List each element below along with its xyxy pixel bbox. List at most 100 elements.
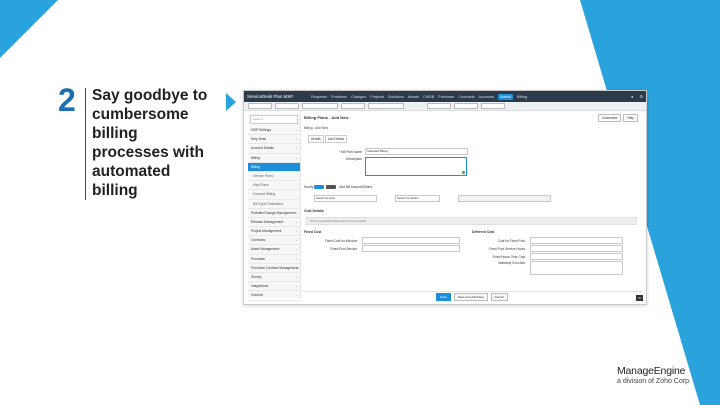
nav-problems[interactable]: Problems (331, 95, 347, 99)
cancel-button[interactable]: Cancel (490, 292, 508, 301)
nav-changes[interactable]: Changes (351, 95, 366, 99)
step-divider (85, 88, 86, 200)
tab-add-details[interactable]: Add Details (324, 135, 348, 143)
fixed-input-1[interactable] (362, 237, 460, 244)
sidebar-item-label: Map Plans (253, 183, 269, 188)
app-screenshot: ServiceDesk Plus MSP Requests Problems C… (243, 90, 647, 305)
sidebar-item-label: Integrations (251, 284, 269, 289)
fixed-label-1: Fixed Cost for Window (324, 238, 357, 243)
sidebar-item-label: Billing (251, 155, 260, 160)
quick-select-5[interactable] (427, 103, 451, 109)
sidebar-item-label: Release Management (251, 219, 284, 224)
deferred-input-4[interactable] (530, 261, 623, 275)
sidebar-item-release-management[interactable]: Release Management › (248, 218, 300, 228)
deferred-label-3: Fixed Hours Over Cost (492, 254, 525, 259)
sidebar-item-label: Search (253, 117, 263, 121)
quick-action-bar (244, 102, 646, 111)
sidebar-item-help-desk[interactable]: Help Desk › (248, 135, 300, 145)
sidebar-item-purchase-contract-management[interactable]: Purchase Contract Management › (248, 264, 300, 273)
quick-select-6[interactable] (454, 103, 478, 109)
description-label: Description (346, 157, 362, 161)
app-topbar: ServiceDesk Plus MSP Requests Problems C… (244, 91, 646, 102)
chevron-right-icon: › (296, 128, 297, 132)
sidebar-search-input[interactable]: Search (250, 115, 298, 124)
quick-select-2[interactable] (275, 103, 299, 109)
chevron-right-icon: › (296, 247, 297, 252)
quick-select-7[interactable] (481, 103, 505, 109)
sidebar-item-service-plans[interactable]: Service Plans (248, 172, 300, 182)
sidebar-item-contract-billing[interactable]: Contract Billing (248, 190, 300, 200)
brand-tagline: a division of Zoho Corp. (617, 378, 691, 385)
user-icon[interactable]: ● (631, 94, 633, 99)
nav-accounts[interactable]: Accounts (479, 95, 495, 99)
step-number: 2 (58, 82, 76, 118)
nav-purchase[interactable]: Purchase (438, 95, 454, 99)
deferred-input-1[interactable] (530, 237, 623, 244)
form-footer: Save Save and Add New Cancel (302, 291, 642, 301)
cost-details-title: Cost Details (304, 209, 324, 213)
quick-search-input[interactable] (368, 103, 404, 109)
sidebar-item-label: Purchase Contract Management (251, 265, 299, 270)
deferred-input-2[interactable] (530, 245, 623, 252)
quick-select-3[interactable] (302, 103, 338, 109)
sidebar-item-contracts[interactable]: Contracts › (248, 236, 300, 246)
nav-assets[interactable]: Assets (408, 95, 419, 99)
fixed-cost-title: Fixed Cost (304, 230, 322, 234)
cost-info-bar: If the amount/bill information is not ap… (306, 217, 637, 225)
sidebar-item-account-details[interactable]: Account Details › (248, 144, 300, 154)
chevron-right-icon: › (296, 265, 297, 270)
service-select[interactable]: Select Service (314, 195, 377, 202)
sidebar-item-label: MSP Settings (251, 128, 271, 132)
sidebar-item-label: Contract Billing (253, 192, 276, 197)
hourly-toggle-on[interactable] (314, 185, 325, 189)
sidebar-item-map-plans[interactable]: Map Plans (248, 181, 300, 191)
sidebar-item-general[interactable]: General › (248, 291, 300, 301)
sidebar-item-bill-cycle-definitions[interactable]: Bill Cycle Definitions (248, 200, 300, 209)
fixed-input-2[interactable] (362, 245, 460, 252)
sidebar-item-asset-management[interactable]: Asset Management › (248, 245, 300, 255)
description-textarea[interactable] (365, 157, 467, 176)
sidebar-item-project-management[interactable]: Project Management › (248, 227, 300, 237)
nav-contracts[interactable]: Contracts (458, 95, 474, 99)
sidebar-item-purchase[interactable]: Purchase › (248, 255, 300, 264)
quick-select-4[interactable] (341, 103, 365, 109)
corner-accent-top-left (0, 0, 58, 58)
nav-billing[interactable]: Billing (517, 95, 527, 99)
sidebar-item-label: Survey (251, 275, 262, 279)
sidebar-item-msp-settings[interactable]: MSP Settings › (248, 126, 300, 136)
settings-icon[interactable]: ⚙ (639, 94, 643, 99)
sidebar-item-integrations[interactable]: Integrations › (248, 282, 300, 292)
tab-details[interactable]: Details (308, 135, 324, 143)
sidebar-item-survey[interactable]: Survey › (248, 273, 300, 283)
customize-button[interactable]: Customize (598, 114, 622, 122)
brand-name: ManageEngine (617, 365, 686, 377)
condition-select[interactable]: Select Condition (395, 195, 440, 202)
nav-solutions[interactable]: Solutions (388, 95, 404, 99)
brand-logo: ManageEngine a division of Zoho Corp. (617, 365, 691, 385)
save-button[interactable]: Save (436, 292, 451, 301)
hourly-toggle-off[interactable] (326, 185, 337, 189)
nav-admin[interactable]: Admin (498, 93, 513, 100)
help-button[interactable]: Help (623, 114, 638, 122)
chevron-right-icon: › (296, 293, 297, 298)
quick-select-1[interactable] (248, 103, 272, 109)
nav-projects[interactable]: Projects (370, 95, 384, 99)
sidebar-item-label: Project Management (251, 229, 282, 234)
nav-requests[interactable]: Requests (311, 95, 327, 99)
sidebar-item-billing[interactable]: Billing › (248, 154, 300, 163)
chevron-right-icon: › (296, 155, 297, 160)
plan-name-input[interactable]: Standard Billing (365, 148, 468, 155)
chevron-right-icon: › (296, 210, 297, 215)
sidebar-item-label: Asset Management (251, 247, 280, 252)
save-add-new-button[interactable]: Save and Add New (453, 292, 488, 301)
sidebar-item-billing[interactable]: Billing (248, 162, 300, 172)
deferred-label-2: Fixed Pool Service Hours (489, 246, 525, 251)
chevron-right-icon: › (296, 284, 297, 289)
deferred-input-3[interactable] (530, 253, 623, 260)
nav-cmdb[interactable]: CMDB (423, 95, 434, 99)
sidebar-item-problem-change-management[interactable]: Problem/Change Management › (248, 209, 300, 218)
condition-value-input[interactable] (458, 195, 551, 202)
chat-icon[interactable]: ✉ (636, 295, 643, 301)
chevron-right-icon: › (296, 146, 297, 151)
sidebar-item-label: General (251, 293, 263, 298)
